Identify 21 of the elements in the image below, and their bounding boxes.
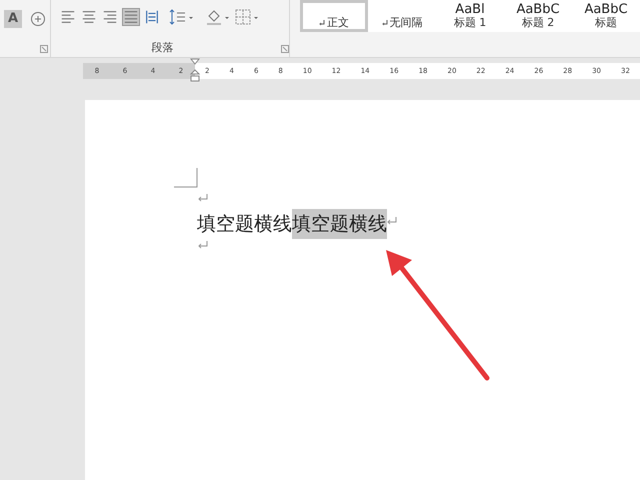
text-effects-button[interactable]: A — [4, 10, 22, 28]
line-spacing-icon[interactable] — [168, 8, 194, 26]
selected-text: 填空题横线 — [292, 209, 387, 239]
paragraph-mark-icon — [198, 194, 208, 202]
body-text: 填空题横线 — [197, 212, 292, 237]
style-gallery-item[interactable]: 无间隔 — [368, 0, 436, 32]
dialog-launcher-icon[interactable] — [281, 45, 290, 53]
style-gallery-item[interactable]: AaBbC 标题 — [572, 0, 640, 32]
borders-icon[interactable] — [234, 8, 260, 26]
paragraph-mark-icon — [198, 241, 208, 249]
dialog-launcher-icon[interactable] — [40, 45, 48, 53]
shading-icon[interactable] — [205, 8, 232, 26]
margin-corner-icon — [174, 168, 198, 188]
circle-icon[interactable] — [30, 11, 46, 27]
group-label: 段落 — [151, 40, 174, 56]
style-gallery-item[interactable]: AaBl 标题 1 — [436, 0, 504, 32]
align-icon[interactable] — [122, 8, 140, 26]
style-gallery-item[interactable]: AaBbC 标题 2 — [504, 0, 572, 32]
paragraph-mark-icon — [387, 217, 397, 225]
style-gallery-item[interactable]: 正文 — [300, 0, 368, 32]
indent-marker-icon[interactable] — [190, 58, 200, 82]
